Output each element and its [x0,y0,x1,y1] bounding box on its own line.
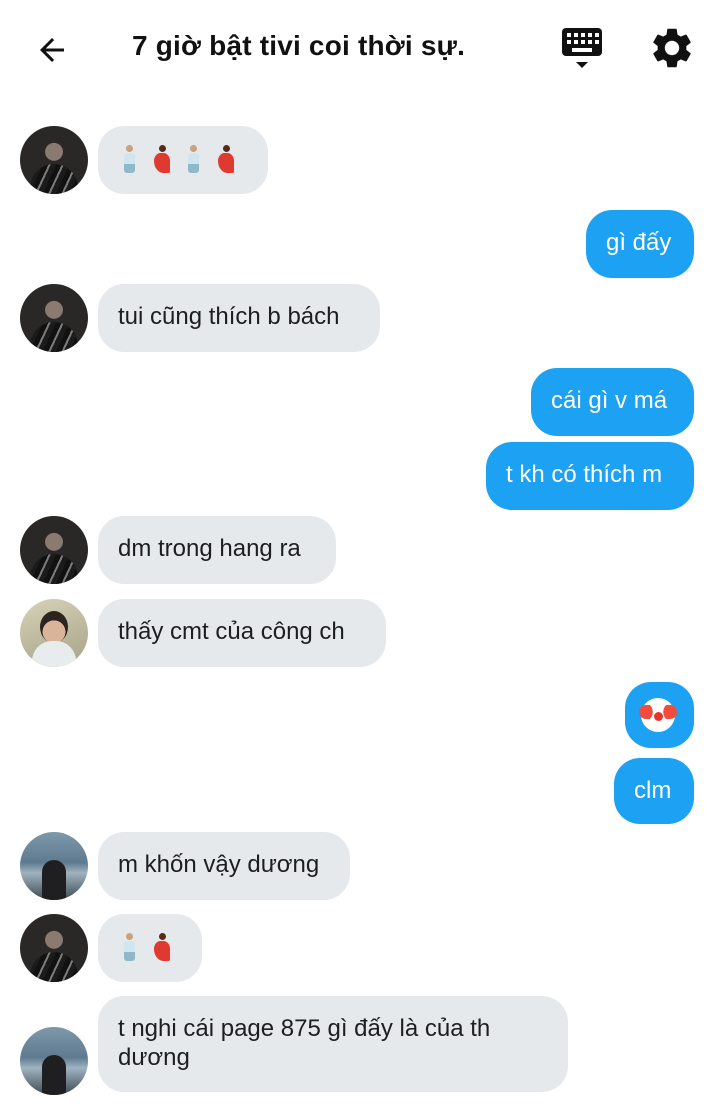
settings-button[interactable] [648,24,696,72]
avatar[interactable] [20,914,88,982]
back-button[interactable] [28,26,76,74]
message-text: m khốn vậy dương [118,851,320,878]
keyboard-button[interactable] [558,24,610,74]
avatar[interactable] [20,284,88,352]
arrow-left-icon [40,38,64,62]
message-bubble-outgoing[interactable]: t kh có thích m [486,442,694,510]
keyboard-icon [562,28,602,68]
chat-header: 7 giờ bật tivi coi thời sự. [0,0,712,96]
woman-dancing-icon [214,144,238,174]
message-text-line: t nghi cái page 875 gì đấy là của th [118,1015,491,1042]
man-dancing-icon [182,144,206,174]
message-text: tui cũng thích b bách [118,303,340,330]
clown-face-icon [639,700,677,730]
message-bubble-outgoing[interactable]: gì đấy [586,210,694,278]
woman-dancing-icon [150,932,174,962]
message-bubble-incoming[interactable]: m khốn vậy dương [98,832,350,900]
message-text: t kh có thích m [506,461,663,488]
avatar[interactable] [20,1027,88,1095]
message-text: clm [634,777,672,804]
man-dancing-icon [118,932,142,962]
message-bubble-incoming[interactable]: t nghi cái page 875 gì đấy là của th dươ… [98,996,568,1092]
gear-icon [653,28,691,68]
avatar[interactable] [20,599,88,667]
conversation-title: 7 giờ bật tivi coi thời sự. [132,30,466,61]
message-text: cái gì v má [551,387,668,414]
message-bubble-outgoing[interactable] [625,682,694,748]
message-list[interactable]: gì đấy tui cũng thích b bách cái gì v má… [0,96,712,1104]
message-bubble-incoming[interactable] [98,914,202,982]
message-bubble-incoming[interactable]: tui cũng thích b bách [98,284,380,352]
avatar[interactable] [20,126,88,194]
avatar[interactable] [20,516,88,584]
man-dancing-icon [118,144,142,174]
message-text: dm trong hang ra [118,535,301,562]
message-bubble-incoming[interactable] [98,126,268,194]
message-text: thấy cmt của công ch [118,618,345,645]
message-bubble-outgoing[interactable]: cái gì v má [531,368,694,436]
message-bubble-incoming[interactable]: thấy cmt của công ch [98,599,386,667]
woman-dancing-icon [150,144,174,174]
message-bubble-incoming[interactable]: dm trong hang ra [98,516,336,584]
message-bubble-outgoing[interactable]: clm [614,758,694,824]
avatar[interactable] [20,832,88,900]
message-text: gì đấy [606,229,672,256]
message-text-line: dương [118,1044,190,1071]
